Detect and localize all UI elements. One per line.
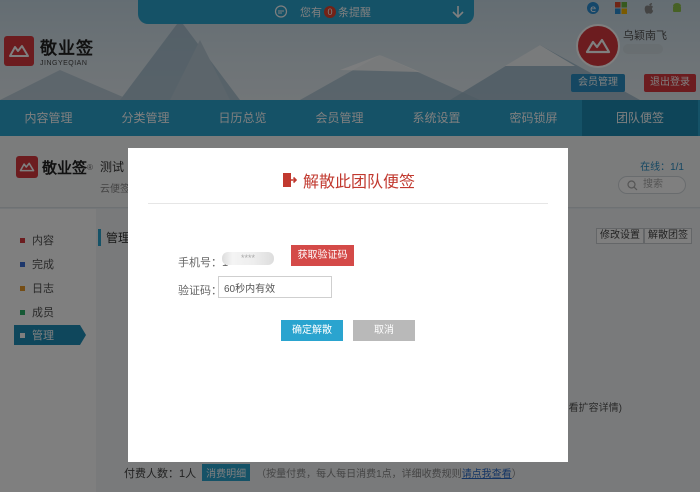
exit-door-icon xyxy=(282,173,297,187)
dialog-title-text: 解散此团队便签 xyxy=(302,174,415,191)
phone-masked: **** xyxy=(222,252,274,265)
phone-label: 手机号：1 xyxy=(178,254,228,270)
phone-label-text: 手机号： xyxy=(178,257,222,269)
code-label: 验证码： xyxy=(178,285,222,297)
dialog-title: 解散此团队便签 xyxy=(128,168,568,192)
verification-code-input[interactable] xyxy=(218,276,332,298)
cancel-button[interactable]: 取消 xyxy=(353,320,415,341)
get-code-button[interactable]: 获取验证码 xyxy=(291,245,354,266)
disband-dialog: 解散此团队便签 手机号：1 **** 获取验证码 验证码： 确定解散 取消 xyxy=(128,148,568,462)
dialog-divider xyxy=(148,203,548,204)
confirm-disband-button[interactable]: 确定解散 xyxy=(281,320,343,341)
